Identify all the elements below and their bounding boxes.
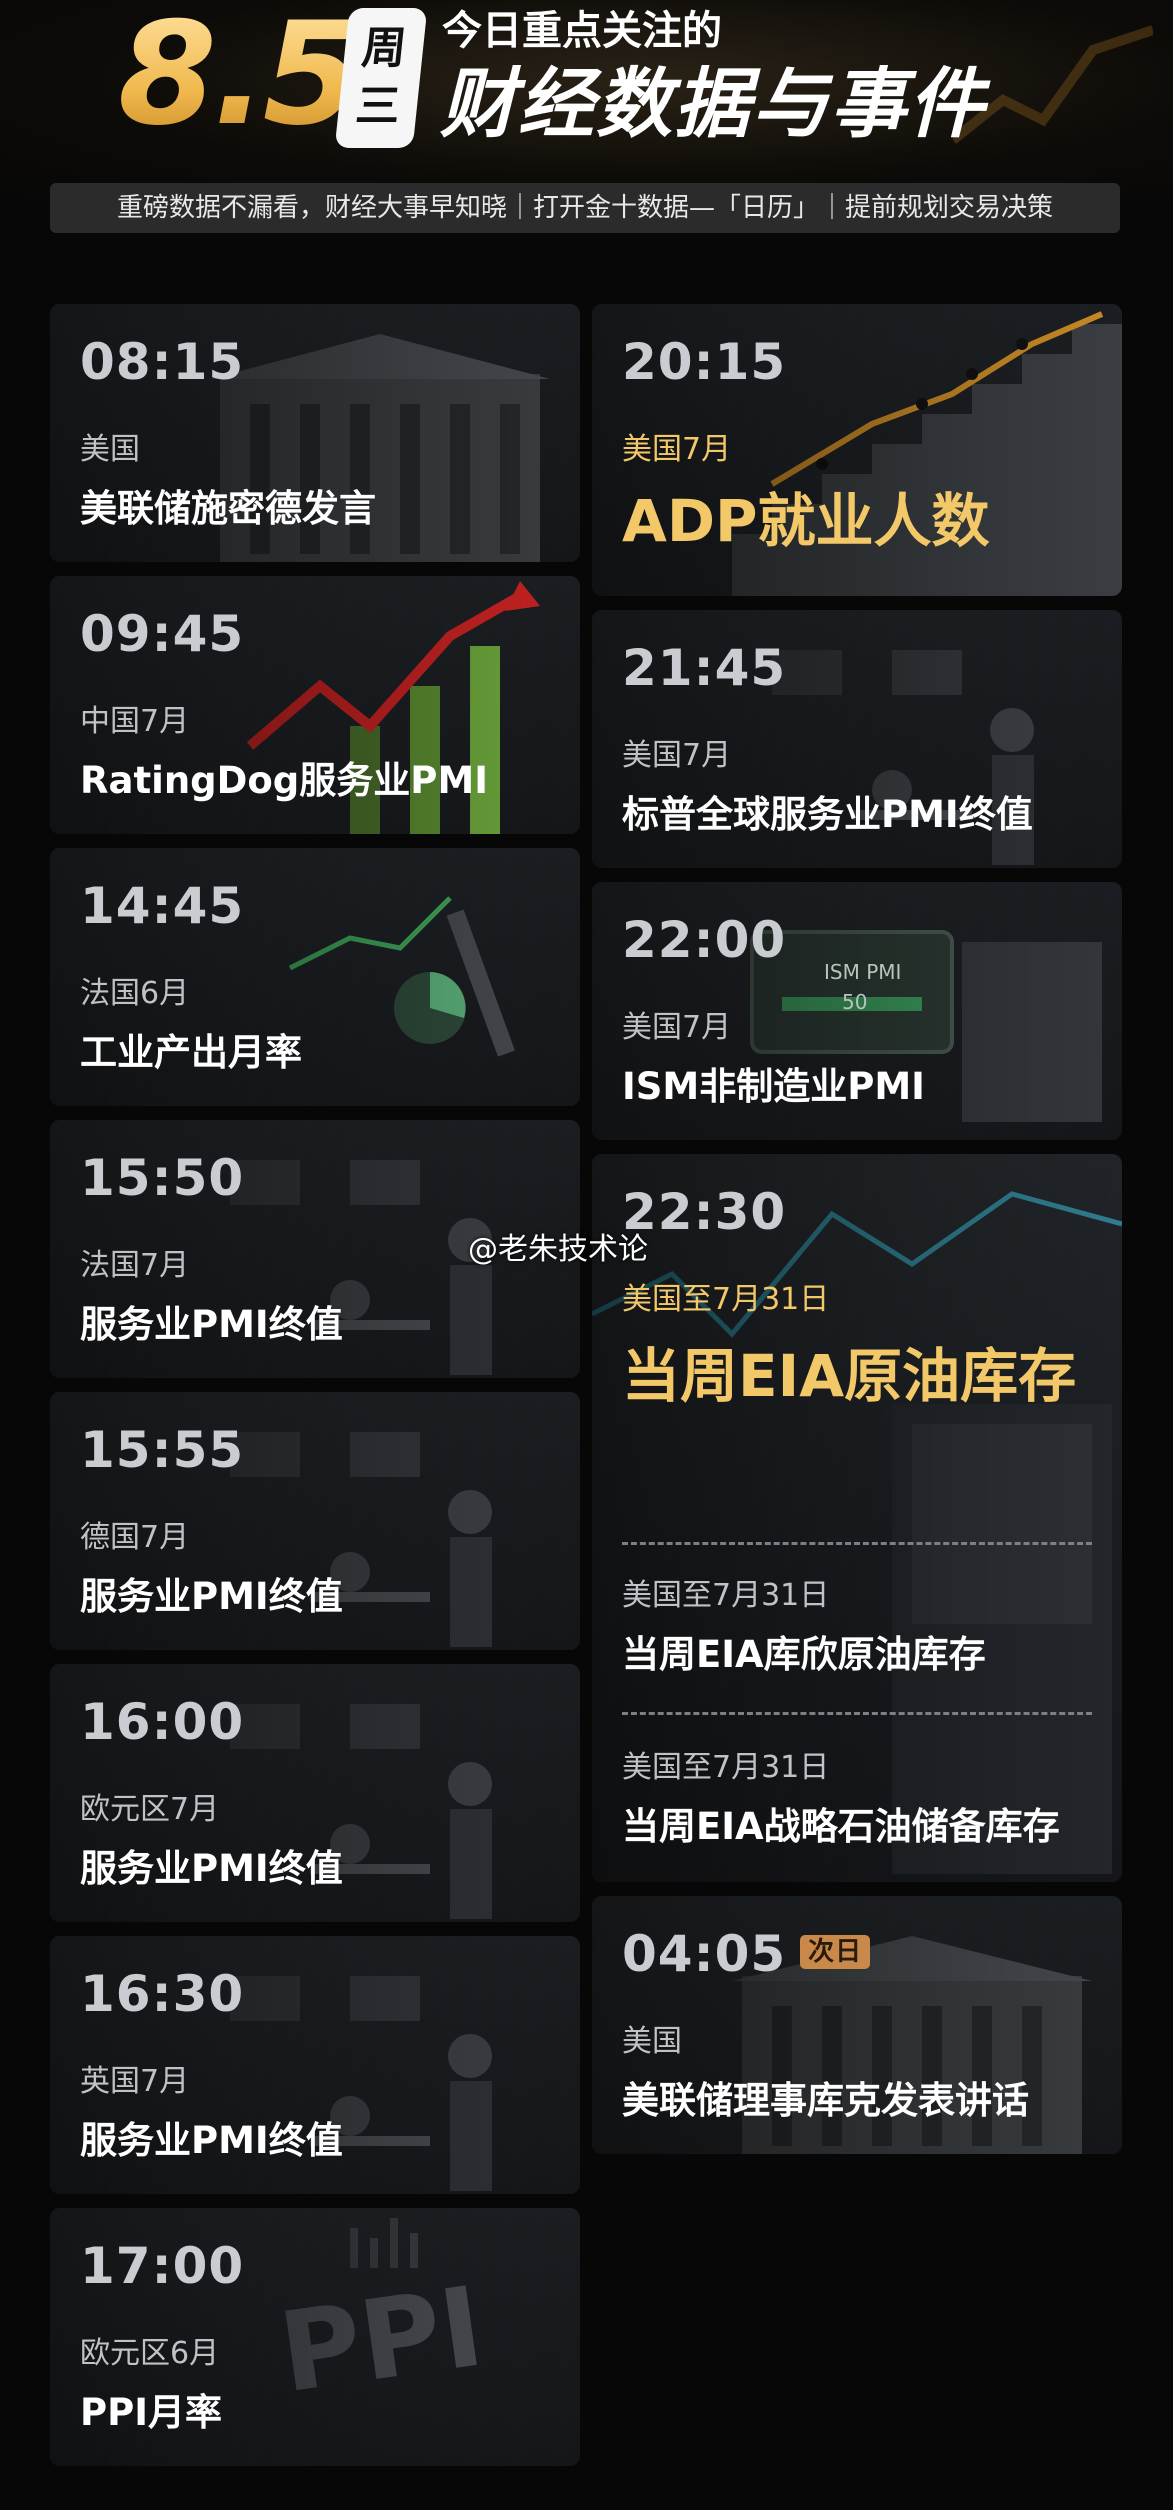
event-title: ISM非制造业PMI <box>622 1065 925 1108</box>
ism-screen-title: ISM PMI <box>824 960 902 984</box>
event-time: 04:05 <box>622 1925 787 1983</box>
event-title: 标普全球服务业PMI终值 <box>622 793 1033 836</box>
event-card[interactable]: PPI 17:00 欧元区6月 PPI月率 <box>50 2208 580 2466</box>
event-sub-region: 美国至7月31日 <box>622 1578 830 1613</box>
divider <box>622 1712 1092 1715</box>
event-card[interactable]: 14:45 法国6月 工业产出月率 <box>50 848 580 1106</box>
event-time: 22:00 <box>622 911 787 969</box>
tagline-bar: 重磅数据不漏看，财经大事早知晓｜打开金十数据—「日历」｜提前规划交易决策 <box>50 183 1120 233</box>
event-time: 17:00 <box>80 2237 245 2295</box>
weekday-line2: 三 <box>353 81 403 132</box>
event-time: 08:15 <box>80 333 245 391</box>
watermark: @老朱技术论 <box>468 1232 648 1267</box>
event-region: 英国7月 <box>80 2064 190 2099</box>
event-sub-title: 当周EIA战略石油储备库存 <box>622 1805 1060 1848</box>
page-title: 财经数据与事件 <box>440 59 986 148</box>
event-time: 09:45 <box>80 605 245 663</box>
event-title: 服务业PMI终值 <box>80 1303 343 1346</box>
event-time: 14:45 <box>80 877 245 935</box>
event-title: RatingDog服务业PMI <box>80 759 488 802</box>
event-card[interactable]: 16:30 英国7月 服务业PMI终值 <box>50 1936 580 2194</box>
event-card[interactable]: ISM PMI 50 22:00 美国7月 ISM非制造业PMI <box>592 882 1122 1140</box>
event-card[interactable]: 16:00 欧元区7月 服务业PMI终值 <box>50 1664 580 1922</box>
date-number: 8.5 <box>118 0 362 157</box>
event-card-adp[interactable]: 20:15 美国7月 ADP就业人数 <box>592 304 1122 596</box>
event-region: 欧元区7月 <box>80 1792 220 1827</box>
ism-screen-value: 50 <box>842 990 868 1014</box>
svg-text:PPI: PPI <box>272 2262 490 2417</box>
event-card[interactable]: 15:55 德国7月 服务业PMI终值 <box>50 1392 580 1650</box>
event-region: 美国7月 <box>622 432 732 467</box>
event-title: PPI月率 <box>80 2391 223 2434</box>
weekday-badge: 周 三 <box>334 8 428 148</box>
event-region: 美国7月 <box>622 738 732 773</box>
event-card[interactable]: 04:05 次日 美国 美联储理事库克发表讲话 <box>592 1896 1122 2154</box>
event-time: 15:50 <box>80 1149 245 1207</box>
weekday-line1: 周 <box>359 23 409 74</box>
divider <box>622 1542 1092 1545</box>
event-title: 美联储施密德发言 <box>80 487 376 530</box>
event-time: 20:15 <box>622 333 787 391</box>
next-day-badge: 次日 <box>800 1934 871 1969</box>
event-region: 美国 <box>80 432 140 467</box>
event-time: 21:45 <box>622 639 787 697</box>
title-subheading: 今日重点关注的 <box>442 8 722 54</box>
event-title: ADP就业人数 <box>622 487 990 555</box>
event-card[interactable]: 09:45 中国7月 RatingDog服务业PMI <box>50 576 580 834</box>
event-time: 15:55 <box>80 1421 245 1479</box>
event-card[interactable]: 21:45 美国7月 标普全球服务业PMI终值 <box>592 610 1122 868</box>
event-time: 16:00 <box>80 1693 245 1751</box>
event-title: 工业产出月率 <box>80 1031 302 1074</box>
event-title: 服务业PMI终值 <box>80 1575 343 1618</box>
event-region: 美国至7月31日 <box>622 1282 830 1317</box>
event-title: 服务业PMI终值 <box>80 2119 343 2162</box>
event-region: 美国7月 <box>622 1010 732 1045</box>
event-region: 法国7月 <box>80 1248 190 1283</box>
event-region: 德国7月 <box>80 1520 190 1555</box>
event-title: 美联储理事库克发表讲话 <box>622 2079 1029 2122</box>
event-time-row: 04:05 次日 <box>622 1925 871 1983</box>
event-sub-title: 当周EIA库欣原油库存 <box>622 1633 986 1676</box>
event-time: 16:30 <box>80 1965 245 2023</box>
event-region: 法国6月 <box>80 976 190 1011</box>
event-title: 服务业PMI终值 <box>80 1847 343 1890</box>
event-region: 美国 <box>622 2024 682 2059</box>
event-region: 欧元区6月 <box>80 2336 220 2371</box>
event-card[interactable]: 08:15 美国 美联储施密德发言 <box>50 304 580 562</box>
event-region: 中国7月 <box>80 704 190 739</box>
event-sub-region: 美国至7月31日 <box>622 1750 830 1785</box>
event-title: 当周EIA原油库存 <box>622 1342 1077 1410</box>
event-card-eia[interactable]: 22:30 美国至7月31日 当周EIA原油库存 美国至7月31日 当周EIA库… <box>592 1154 1122 1882</box>
